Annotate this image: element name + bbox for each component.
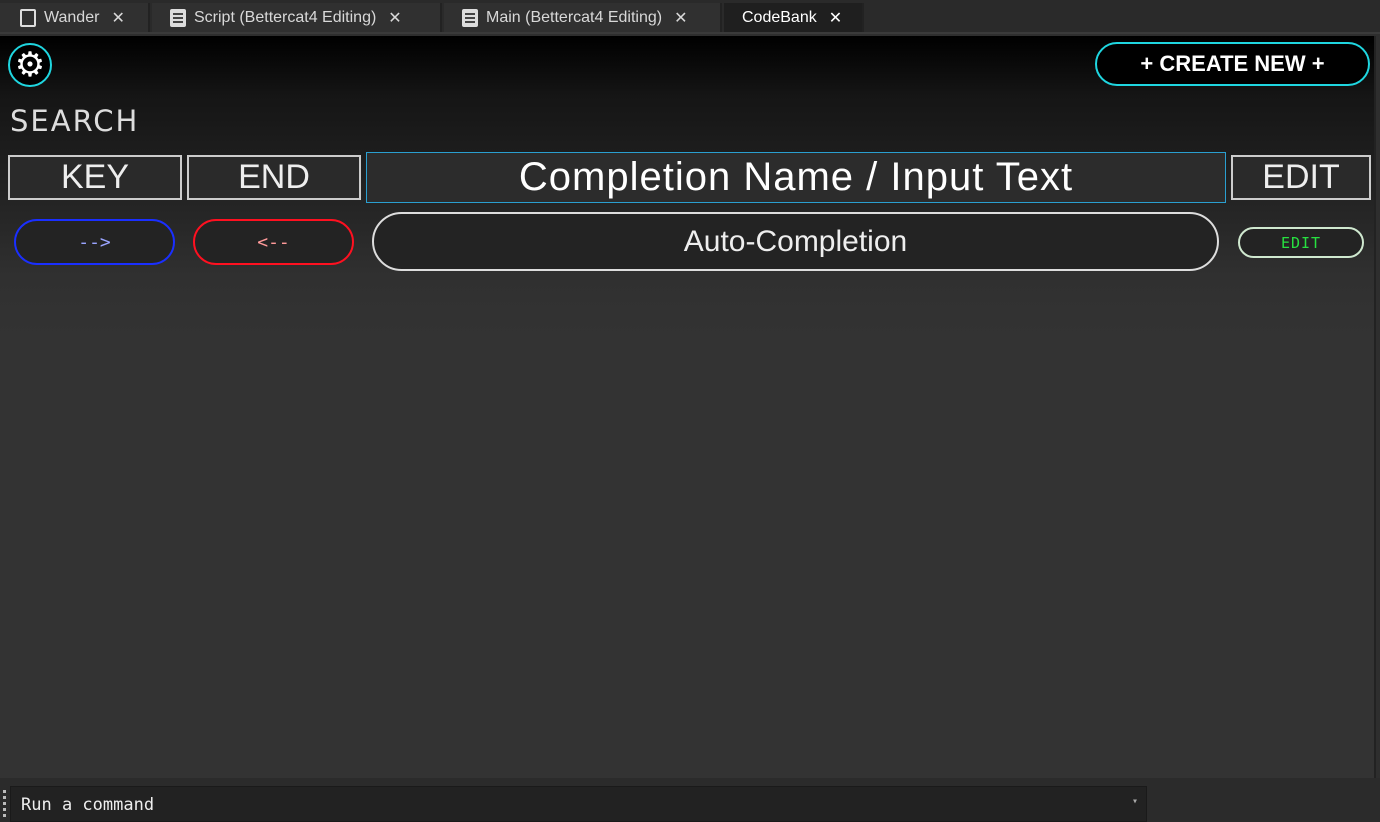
close-icon[interactable]: ✕ [111, 8, 124, 28]
close-icon[interactable]: ✕ [829, 8, 842, 28]
codebank-panel: ⚙ + CREATE NEW + SEARCH KEY END Completi… [0, 36, 1376, 778]
tab-main[interactable]: Main (Bettercat4 Editing) ✕ [444, 3, 722, 32]
script-cloud-icon [20, 8, 36, 27]
command-placeholder: Run a command [21, 795, 155, 815]
tab-label: Wander [44, 8, 100, 26]
close-icon[interactable]: ✕ [674, 8, 687, 28]
search-input[interactable]: Completion Name / Input Text [366, 152, 1226, 203]
tab-label: Main (Bettercat4 Editing) [486, 8, 663, 26]
tab-script[interactable]: Script (Bettercat4 Editing) ✕ [152, 3, 442, 32]
auto-completion-item[interactable]: Auto-Completion [372, 212, 1219, 271]
create-new-button[interactable]: + CREATE NEW + [1095, 42, 1370, 86]
key-button[interactable]: --> [14, 219, 175, 265]
tab-codebank[interactable]: CodeBank ✕ [724, 3, 864, 32]
command-input[interactable]: Run a command ▾ [10, 786, 1147, 822]
script-icon [462, 8, 478, 27]
tab-wander[interactable]: Wander ✕ [0, 3, 150, 32]
close-icon[interactable]: ✕ [388, 8, 401, 28]
tab-label: Script (Bettercat4 Editing) [194, 8, 377, 26]
settings-gear-icon[interactable]: ⚙ [8, 43, 52, 87]
header-end: END [187, 155, 361, 200]
tab-label: CodeBank [742, 8, 817, 26]
header-edit: EDIT [1231, 155, 1371, 200]
header-key: KEY [8, 155, 182, 200]
script-icon [170, 8, 186, 27]
command-bar: Run a command ▾ [0, 778, 1380, 822]
dropdown-caret-icon[interactable]: ▾ [1132, 796, 1138, 807]
end-button[interactable]: <-- [193, 219, 354, 265]
drag-handle-icon[interactable] [3, 790, 6, 818]
search-label: SEARCH [10, 104, 140, 138]
edit-button[interactable]: EDIT [1238, 227, 1364, 258]
tab-bar: Wander ✕ Script (Bettercat4 Editing) ✕ M… [0, 0, 1380, 34]
